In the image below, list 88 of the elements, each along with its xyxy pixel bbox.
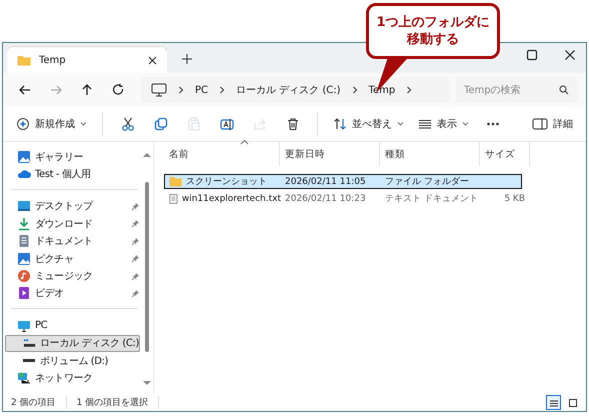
music-icon (17, 269, 31, 284)
arrow-icon (48, 83, 62, 97)
search-icon (559, 85, 569, 95)
network-icon (17, 370, 31, 385)
sidebar-item[interactable]: ドキュメント (5, 232, 140, 250)
monitor-icon (151, 83, 167, 97)
pin-icon (131, 272, 140, 281)
sidebar-item[interactable]: ビデオ (5, 284, 140, 302)
rename-icon (220, 117, 234, 131)
list-view-icon (548, 398, 558, 408)
chevron-icon (405, 86, 414, 94)
status-text: 2 個の項目 (11, 396, 67, 409)
sidebar-item[interactable]: ギャラリー (5, 148, 140, 166)
breadcrumb-item[interactable]: ローカル ディスク (C:) (236, 83, 341, 97)
scrollbar-thumb[interactable] (145, 182, 149, 352)
download-icon (17, 216, 31, 231)
search-field[interactable]: Tempの検索 (456, 77, 578, 103)
refresh-icon (110, 83, 124, 97)
sidebar-item[interactable]: ピクチャ (5, 250, 140, 268)
table-cell-text: ファイル フォルダー (384, 176, 470, 188)
pin-icon (131, 288, 140, 298)
view-button[interactable] (546, 395, 561, 410)
tile-view-icon (568, 398, 578, 408)
caret-icon (462, 121, 469, 127)
caret-icon (80, 121, 87, 127)
caret-icon (397, 121, 404, 127)
scissors-icon (120, 117, 134, 131)
callout-text: 1つ上のフォルダに (376, 14, 490, 31)
details-button[interactable]: 詳細 (525, 111, 580, 137)
chevron-icon (177, 86, 185, 94)
new-tab-icon (181, 53, 193, 65)
drive-icon (22, 358, 36, 364)
clipboard-icon (186, 117, 200, 131)
sort-icon (333, 117, 347, 131)
view-button[interactable]: 表示 (411, 111, 476, 137)
scroll-up-icon[interactable] (143, 152, 151, 158)
scroll-down-icon[interactable] (143, 380, 151, 386)
sidebar-item[interactable]: ダウンロード (5, 215, 140, 233)
pin-icon (131, 219, 140, 228)
sidebar-item[interactable]: ミュージック (5, 267, 140, 285)
panel-icon (532, 117, 548, 131)
status-text: 1 個の項目を選択 (76, 396, 160, 409)
share-icon (252, 117, 266, 131)
column-header[interactable]: 種類 (380, 142, 480, 166)
sort-button[interactable]: 並べ替え (326, 111, 411, 137)
close-icon (148, 56, 157, 64)
copy-icon (154, 117, 168, 131)
gallery-icon (17, 150, 31, 164)
file-name: win11explorertech.txt (182, 194, 281, 204)
sidebar-item[interactable]: PC (5, 317, 140, 335)
table-cell-text: 2026/02/11 10:23 (284, 194, 367, 204)
lines-icon (418, 117, 432, 131)
picture-icon (17, 252, 31, 266)
arrow-icon (18, 83, 32, 97)
column-header[interactable]: サイズ (480, 142, 530, 166)
tab[interactable]: Temp (7, 47, 167, 73)
pin-icon (131, 254, 140, 264)
trash-icon (286, 117, 300, 131)
file-name: スクリーンショット (186, 176, 267, 188)
maximize-icon (526, 49, 538, 61)
pin-icon (131, 202, 140, 211)
pin-icon (131, 236, 140, 246)
sparkle-icon (16, 117, 30, 131)
breadcrumb-item[interactable]: PC (195, 84, 208, 96)
folder-icon (169, 176, 182, 187)
sidebar-item[interactable]: ボリューム (D:) (5, 352, 140, 370)
chevron-icon (218, 86, 226, 94)
document-icon (17, 234, 31, 248)
video-icon (17, 286, 31, 300)
file-row[interactable]: スクリーンショット 2026/02/11 11:05 ファイル フォルダー (164, 174, 522, 189)
sidebar-item[interactable]: ネットワーク (5, 369, 140, 387)
sidebar-item[interactable]: Test - 個人用 (5, 165, 140, 183)
document-icon (169, 192, 178, 204)
monitor-icon (17, 318, 31, 333)
callout-text: 移動する (407, 31, 459, 48)
folder-icon (17, 54, 31, 66)
column-header[interactable]: 更新日時 (280, 142, 380, 166)
chevron-icon (350, 86, 359, 94)
sidebar-item[interactable]: デスクトップ (5, 198, 140, 216)
new-button[interactable]: 新規作成 (9, 111, 94, 137)
close-icon (564, 49, 576, 61)
table-cell-text: 2026/02/11 11:05 (284, 176, 367, 186)
table-cell-text: テキスト ドキュメント (384, 193, 479, 205)
column-header[interactable]: 名前 (164, 142, 280, 166)
address-bar[interactable]: PC ローカル ディスク (C:) Temp (141, 77, 450, 103)
desktop-icon (17, 199, 31, 214)
sidebar-item[interactable]: ローカル ディスク (C:) (5, 334, 140, 352)
breadcrumb-item[interactable]: Temp (368, 84, 396, 96)
